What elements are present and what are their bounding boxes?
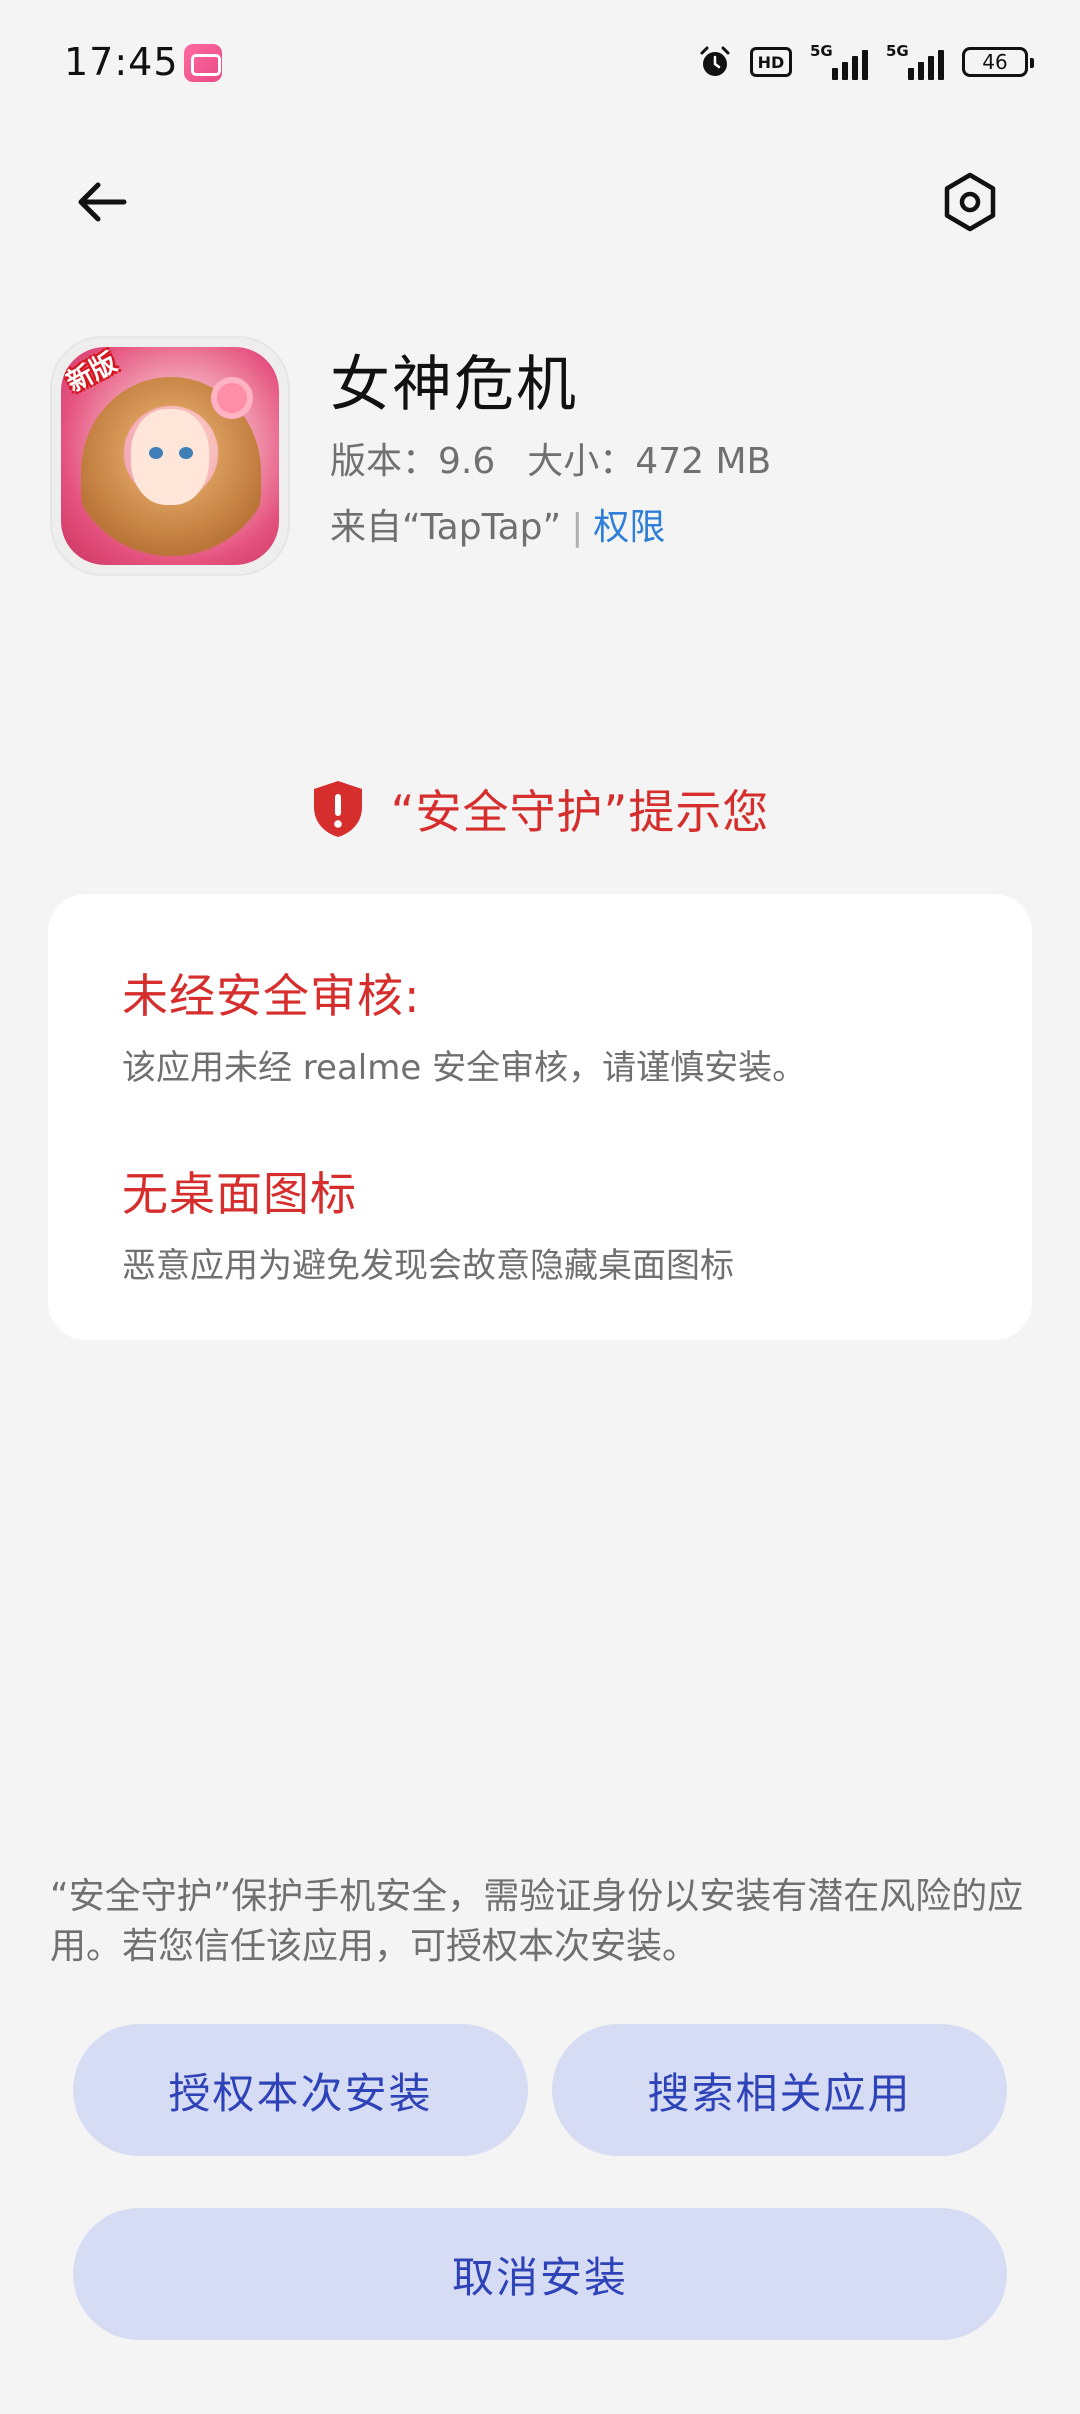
status-indicators: HD 5G 5G 46 bbox=[698, 40, 1034, 84]
settings-hexagon-icon bbox=[944, 172, 996, 232]
back-button[interactable] bbox=[60, 160, 144, 244]
alarm-icon bbox=[700, 46, 730, 76]
cancel-install-button[interactable]: 取消安装 bbox=[73, 2208, 1007, 2340]
install-security-page: 17:45 HD 5G 5G 46 新版 女神危机 版本：9.6 大小：472 … bbox=[0, 0, 1080, 2414]
shield-alert-icon bbox=[313, 781, 362, 837]
size-value: 472 MB bbox=[635, 441, 772, 482]
risk-item: 无桌面图标 恶意应用为避免发现会故意隐藏桌面图标 bbox=[122, 1158, 734, 1287]
risk-description: 该应用未经 realme 安全审核，请谨慎安装。 bbox=[122, 1048, 807, 1088]
security-warning-header: “安全守护”提示您 bbox=[0, 776, 1080, 842]
signal-icon-1: 5G bbox=[810, 42, 868, 82]
rose-decoration bbox=[211, 377, 253, 419]
app-icon-container: 新版 bbox=[50, 336, 290, 576]
status-bar: 17:45 HD 5G 5G 46 bbox=[0, 0, 1080, 130]
source-separator: | bbox=[571, 507, 584, 548]
status-time: 17:45 bbox=[64, 40, 179, 84]
signal-2-label: 5G bbox=[886, 42, 909, 60]
risk-card: 未经安全审核: 该应用未经 realme 安全审核，请谨慎安装。 无桌面图标 恶… bbox=[48, 894, 1032, 1340]
risk-description: 恶意应用为避免发现会故意隐藏桌面图标 bbox=[122, 1246, 734, 1286]
source-text: 来自“TapTap” bbox=[330, 507, 562, 548]
signal-1-label: 5G bbox=[810, 42, 833, 60]
app-source: 来自“TapTap” | 权限 bbox=[330, 498, 665, 550]
risk-title: 未经安全审核: bbox=[122, 969, 421, 1023]
search-related-apps-button[interactable]: 搜索相关应用 bbox=[552, 2024, 1007, 2156]
version-value: 9.6 bbox=[438, 441, 496, 482]
settings-button[interactable] bbox=[928, 160, 1012, 244]
version-label: 版本： bbox=[330, 441, 439, 482]
back-arrow-icon bbox=[78, 182, 127, 222]
battery-icon: 46 bbox=[962, 47, 1034, 77]
app-meta: 版本：9.6 大小：472 MB bbox=[330, 432, 771, 484]
warning-title: “安全守护”提示您 bbox=[390, 785, 770, 839]
security-notice: “安全守护”保护手机安全，需验证身份以安装有潜在风险的应用。若您信任该应用，可授… bbox=[50, 1876, 1024, 1967]
signal-icon-2: 5G bbox=[886, 42, 944, 82]
app-icon: 新版 bbox=[61, 347, 279, 565]
size-label: 大小： bbox=[527, 441, 636, 482]
risk-title: 无桌面图标 bbox=[122, 1167, 357, 1221]
app-name: 女神危机 bbox=[330, 350, 578, 420]
permissions-link[interactable]: 权限 bbox=[593, 507, 665, 548]
bilibili-icon bbox=[184, 44, 222, 82]
hd-voice-icon: HD bbox=[750, 47, 792, 77]
authorize-install-button[interactable]: 授权本次安装 bbox=[73, 2024, 528, 2156]
risk-item: 未经安全审核: 该应用未经 realme 安全审核，请谨慎安装。 bbox=[122, 960, 806, 1089]
